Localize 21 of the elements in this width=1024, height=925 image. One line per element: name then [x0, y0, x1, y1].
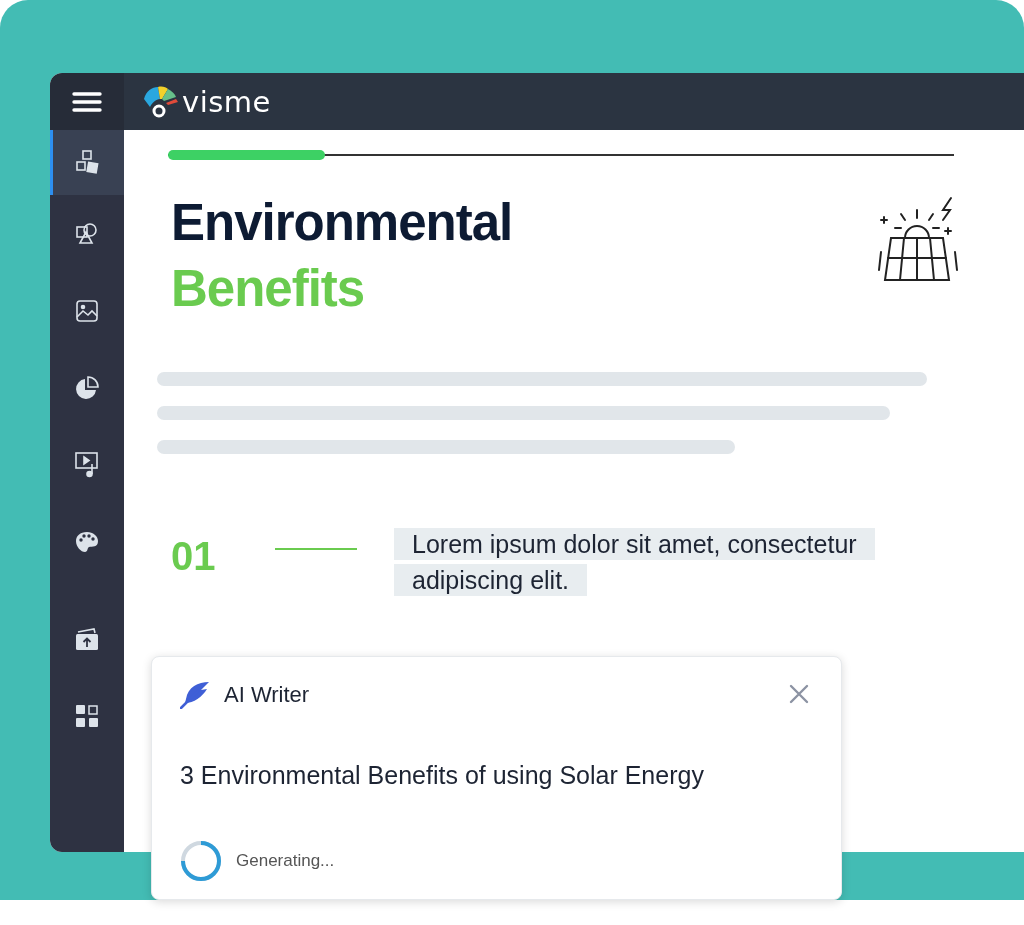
- feather-icon: [180, 681, 210, 709]
- logo-text: visme: [182, 84, 271, 119]
- slide-subtitle: Benefits: [171, 259, 366, 319]
- status-text: Generating...: [236, 851, 335, 871]
- close-button[interactable]: [789, 684, 811, 706]
- item-number: 01: [171, 534, 217, 578]
- palette-icon: [75, 530, 99, 553]
- upload-icon: [74, 626, 100, 651]
- panel-title: AI Writer: [224, 682, 311, 708]
- logo-icon: [142, 84, 180, 119]
- media-icon: [75, 451, 99, 478]
- grid-icon: [76, 704, 98, 727]
- sidebar-item[interactable]: [50, 130, 124, 195]
- menu-icon[interactable]: [72, 90, 102, 113]
- prompt-text: 3 Environmental Benefits of using Solar Energy: [180, 761, 705, 790]
- shapes-icon: [75, 221, 99, 246]
- letter-blocks-icon: [74, 149, 100, 176]
- image-icon: [76, 299, 98, 322]
- slide-title: Environmental: [171, 193, 513, 253]
- pie-chart-icon: [75, 375, 99, 400]
- spinner-icon: [180, 840, 222, 882]
